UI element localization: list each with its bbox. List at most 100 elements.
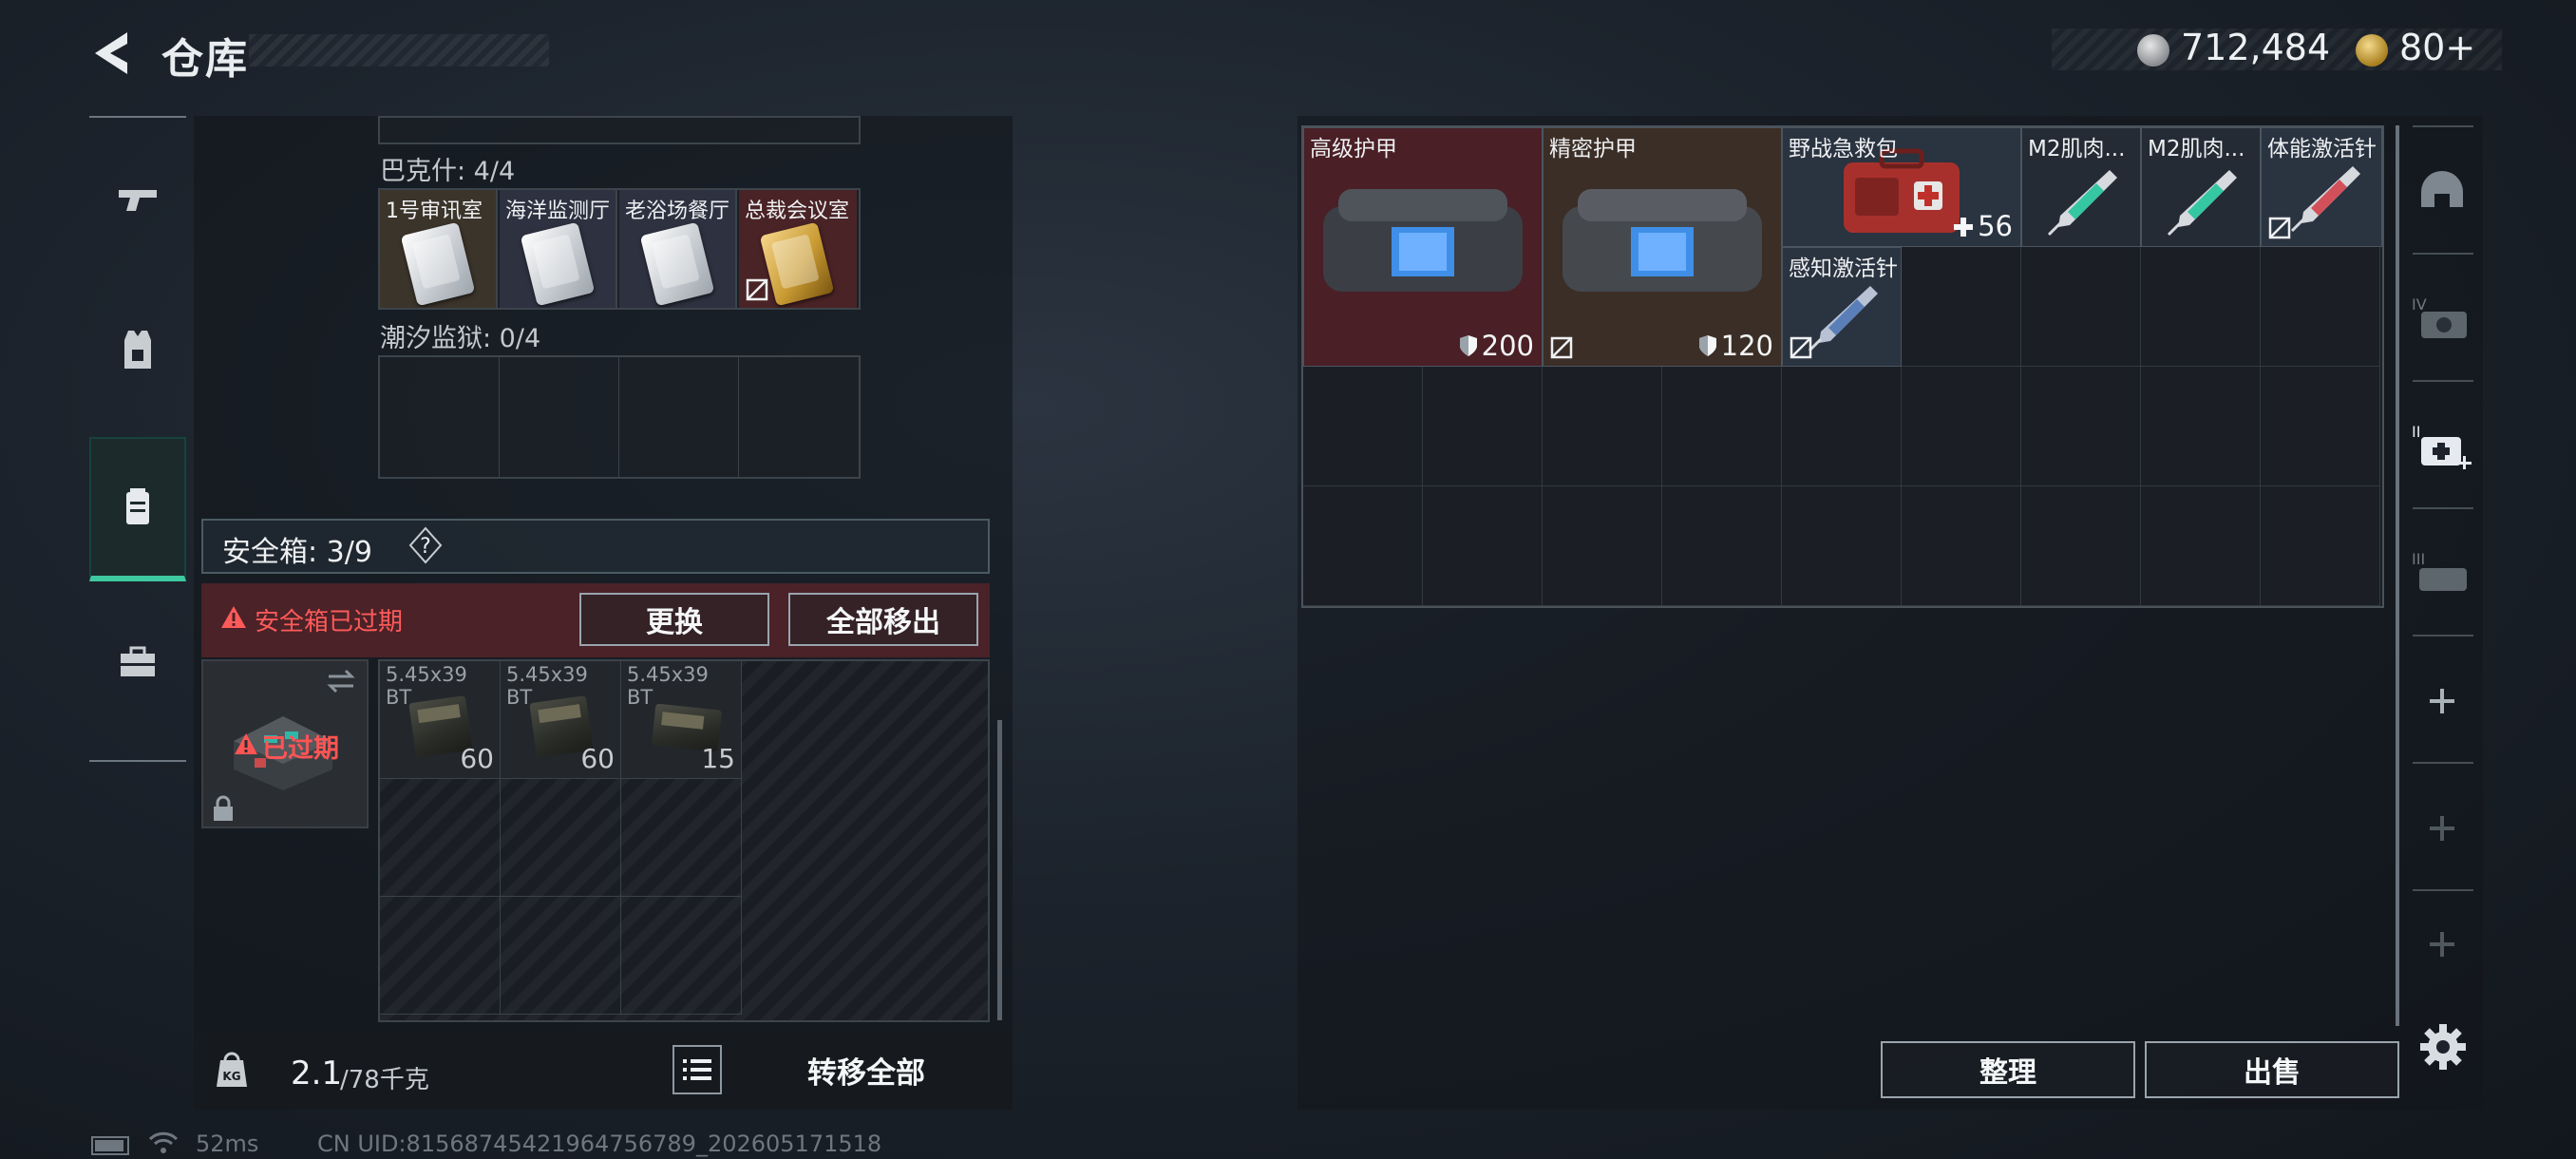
keycard-item[interactable]: 总裁会议室 xyxy=(739,190,857,308)
money-value: 712,484 xyxy=(2181,27,2331,68)
ammo-count: 60 xyxy=(460,743,494,774)
empty-slot[interactable] xyxy=(619,357,739,479)
tool-divider xyxy=(2413,253,2473,255)
stash-item[interactable]: 野战急救包 56 xyxy=(1782,127,2021,247)
tool-add-slot[interactable] xyxy=(2403,893,2481,996)
syringe-icon xyxy=(2290,166,2360,233)
stash-slot[interactable] xyxy=(1423,367,1543,486)
nav-container[interactable] xyxy=(89,437,186,581)
keycard-name: 老浴场餐厅 xyxy=(625,200,730,223)
empty-slot[interactable] xyxy=(621,897,742,1015)
empty-slot[interactable] xyxy=(739,357,861,479)
stash-slot[interactable] xyxy=(2261,486,2380,606)
expired-warning-text: 安全箱已过期 xyxy=(255,608,404,636)
stash-slot[interactable] xyxy=(1782,367,1902,486)
armor-iv-icon: IV xyxy=(2412,295,2467,338)
empty-slot[interactable] xyxy=(500,357,619,479)
medkit-add-icon: II xyxy=(2412,423,2472,469)
tool-divider xyxy=(2413,635,2473,636)
keycard-section-label: 潮汐监狱: 0/4 xyxy=(380,324,541,353)
stash-scrollbar[interactable] xyxy=(2396,125,2399,1026)
item-name: M2肌肉... xyxy=(2028,137,2126,162)
stash-slot[interactable] xyxy=(1303,486,1423,606)
keycard-icon xyxy=(400,221,476,307)
keycard-item[interactable]: 海洋监测厅 xyxy=(500,190,617,308)
tool-add-slot[interactable] xyxy=(2403,638,2481,764)
safe-box-grid: 5.45x39 BT 60 5.45x39 BT 60 5.45x39 BT 1… xyxy=(378,659,990,1022)
back-button[interactable] xyxy=(85,28,139,78)
transfer-all-button[interactable]: 转移全部 xyxy=(731,1039,1001,1100)
armor-iii-icon: III xyxy=(2412,550,2467,591)
stash-slot[interactable] xyxy=(1902,247,2021,367)
nav-armor[interactable] xyxy=(89,277,186,422)
sort-button[interactable]: 整理 xyxy=(1881,1041,2135,1098)
stash-slot[interactable] xyxy=(1662,367,1782,486)
stash-item[interactable]: M2肌肉... xyxy=(2021,127,2141,247)
empty-slot[interactable] xyxy=(380,357,500,479)
stash-item[interactable]: 精密护甲 120 xyxy=(1543,127,1782,367)
user-uid: CN UID:8156874542196475678​9_20260517151… xyxy=(317,1130,882,1157)
tool-armor-iv[interactable]: IV xyxy=(2403,256,2481,382)
stash-slot[interactable] xyxy=(2261,367,2380,486)
tool-medkit[interactable]: II xyxy=(2403,384,2481,509)
nav-weapons[interactable] xyxy=(89,127,186,272)
premium-coin-value[interactable]: 80+ xyxy=(2399,27,2475,68)
nav-tools[interactable] xyxy=(89,591,186,735)
stash-slot[interactable] xyxy=(2141,367,2261,486)
stash-slot[interactable] xyxy=(2141,486,2261,606)
swap-icon[interactable] xyxy=(325,665,357,697)
stash-item[interactable]: 体能激活针 xyxy=(2261,127,2382,247)
help-icon[interactable]: ? xyxy=(407,526,445,564)
ammo-item[interactable]: 5.45x39 BT 60 xyxy=(380,661,501,779)
ammo-item[interactable]: 5.45x39 BT 15 xyxy=(621,661,742,779)
keycard-item[interactable]: 老浴场餐厅 xyxy=(619,190,737,308)
stash-slot[interactable] xyxy=(1902,486,2021,606)
shield-icon xyxy=(1459,335,1477,356)
weight-capacity: /78千克 xyxy=(340,1066,429,1094)
empty-slot[interactable] xyxy=(380,779,501,897)
tool-add-slot[interactable] xyxy=(2403,766,2481,891)
stash-slot[interactable] xyxy=(1303,367,1423,486)
empty-slot[interactable] xyxy=(501,779,621,897)
nav-divider xyxy=(89,760,186,762)
stash-slot[interactable] xyxy=(2021,247,2141,367)
sell-button[interactable]: 出售 xyxy=(2145,1041,2399,1098)
syringe-icon xyxy=(1808,286,1878,352)
remove-all-button[interactable]: 全部移出 xyxy=(788,593,978,646)
no-trade-icon xyxy=(746,278,768,301)
ammo-name: 5.45x39 BT xyxy=(627,663,709,709)
item-heal-value: 56 xyxy=(1978,210,2013,242)
tool-helmet[interactable] xyxy=(2403,129,2481,255)
helmet-icon xyxy=(2421,171,2463,207)
empty-slot[interactable] xyxy=(380,897,501,1015)
stash-slot[interactable] xyxy=(1662,486,1782,606)
keycard-item[interactable]: 1号审讯室 xyxy=(380,190,498,308)
stash-slot[interactable] xyxy=(2021,486,2141,606)
empty-keycard-grid xyxy=(378,355,861,479)
ammo-item[interactable]: 5.45x39 BT 60 xyxy=(501,661,621,779)
stash-slot[interactable] xyxy=(2021,367,2141,486)
scrollbar[interactable] xyxy=(997,720,1002,1020)
tool-armor-iii[interactable]: III xyxy=(2403,511,2481,636)
stash-slot[interactable] xyxy=(2141,247,2261,367)
stash-slot[interactable] xyxy=(1543,367,1662,486)
empty-slot[interactable] xyxy=(621,779,742,897)
gear-icon[interactable] xyxy=(2418,1022,2468,1072)
ammo-count: 60 xyxy=(580,743,615,774)
replace-button[interactable]: 更换 xyxy=(579,593,769,646)
stash-slot[interactable] xyxy=(1782,486,1902,606)
list-view-button[interactable] xyxy=(672,1045,722,1094)
stash-slot[interactable] xyxy=(2261,247,2380,367)
keycard-icon xyxy=(639,221,715,307)
item-durability: 200 xyxy=(1459,330,1534,362)
stash-item[interactable]: M2肌肉... xyxy=(2141,127,2261,247)
item-durability-value: 200 xyxy=(1481,330,1534,362)
stash-slot[interactable] xyxy=(1543,486,1662,606)
stash-slot[interactable] xyxy=(1423,486,1543,606)
empty-slot[interactable] xyxy=(501,897,621,1015)
stash-slot[interactable] xyxy=(1902,367,2021,486)
stash-item[interactable]: 高级护甲 200 xyxy=(1303,127,1543,367)
svg-text:II: II xyxy=(2412,423,2420,441)
category-toolbar: IV II III xyxy=(2403,125,2481,1009)
stash-item[interactable]: 感知激活针 xyxy=(1782,247,1902,367)
